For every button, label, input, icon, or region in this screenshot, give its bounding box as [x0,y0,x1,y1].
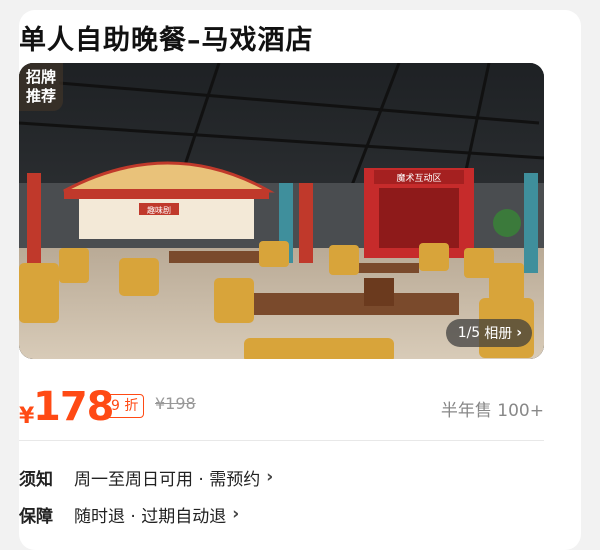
restaurant-photo[interactable]: 趣味剧 魔术互动区 招牌 推荐 1/5 相册 › [19,63,544,359]
page-title: 单人自助晚餐–马戏酒店 [19,25,314,56]
photo-counter: 1/5 [457,325,481,341]
guarantee-label: 保障 [19,506,53,527]
chevron-right-icon: › [266,467,274,487]
notice-label: 须知 [19,469,53,490]
restaurant-illustration: 趣味剧 魔术互动区 [19,63,544,359]
sales-count: 半年售 100+ [440,401,544,421]
album-label: 相册 [484,326,513,342]
chevron-right-icon: › [232,504,240,524]
stage-sign-text: 魔术互动区 [396,172,441,184]
signature-badge: 招牌 推荐 [19,63,63,111]
price-row: ¥ 178 9 折 ¥198 半年售 100+ [19,384,544,430]
album-button[interactable]: 1/5 相册 › [445,319,532,347]
original-price: ¥198 [155,394,196,413]
discount-badge: 9 折 [105,394,145,418]
notice-row[interactable]: 须知 周一至周日可用 · 需预约 › [19,465,274,490]
divider [19,440,544,441]
current-price: 178 [33,384,114,430]
chevron-right-icon: › [516,325,522,341]
guarantee-row[interactable]: 保障 随时退 · 过期自动退 › [19,502,240,527]
badge-line-1: 招牌 [25,68,56,86]
buffet-sign-text: 趣味剧 [147,205,171,215]
badge-line-2: 推荐 [25,87,56,105]
notice-text: 周一至周日可用 · 需预约 [74,469,261,490]
guarantee-text: 随时退 · 过期自动退 [74,506,227,527]
